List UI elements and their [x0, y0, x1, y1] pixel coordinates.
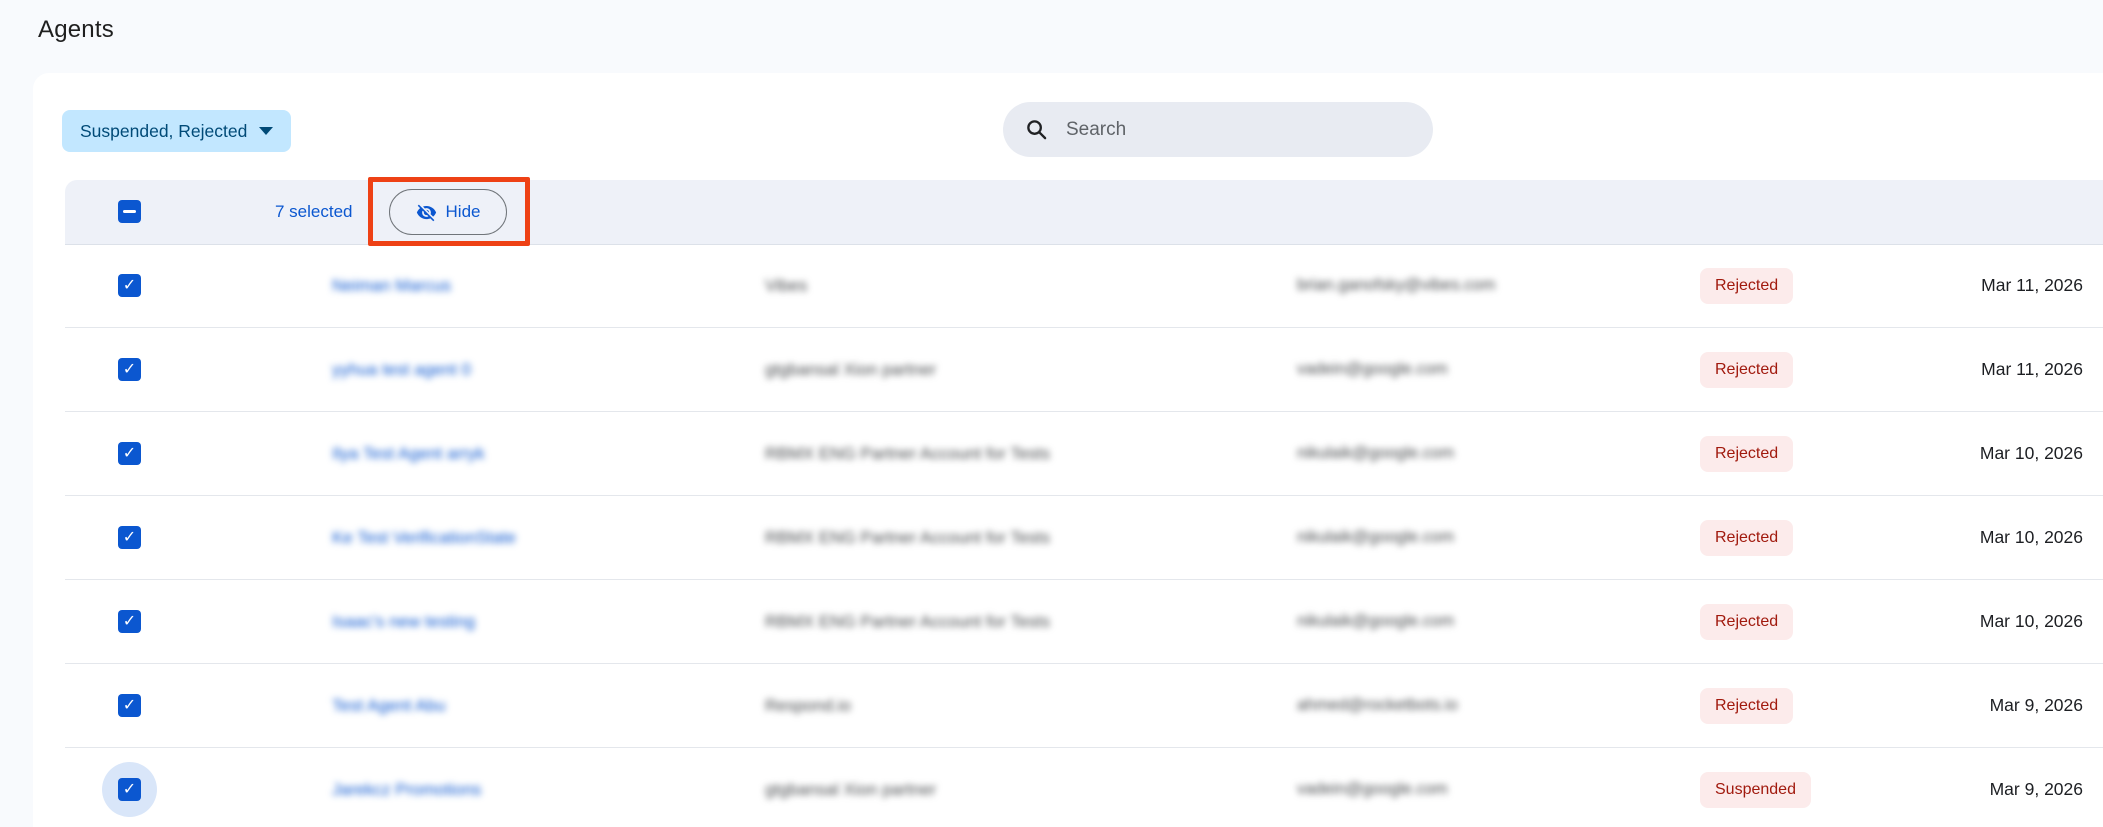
contact-email: vadein@google.com [1297, 780, 1448, 798]
table-row: ✓ Test Agent Abu Respond.io ahmed@rocket… [65, 664, 2103, 748]
partner-name: RBMX ENG Partner Account for Tests [765, 612, 1050, 631]
partner-name: Vibes [765, 276, 807, 295]
date-cell: Mar 11, 2026 [1870, 275, 2103, 296]
status-badge: Rejected [1700, 688, 1793, 724]
status-badge: Rejected [1700, 268, 1793, 304]
agent-name-link[interactable]: Isaac's new testing [332, 612, 475, 631]
selected-count: 7 selected [275, 180, 353, 244]
status-badge: Rejected [1700, 436, 1793, 472]
hide-button[interactable]: Hide [389, 189, 507, 235]
partner-name: RBMX ENG Partner Account for Tests [765, 528, 1050, 547]
date-cell: Mar 11, 2026 [1870, 359, 2103, 380]
date-cell: Mar 10, 2026 [1870, 443, 2103, 464]
table-row: ✓ Ke Test VerificationState RBMX ENG Par… [65, 496, 2103, 580]
partner-name: gtgbansal Xion partner [765, 360, 936, 379]
status-badge: Rejected [1700, 520, 1793, 556]
check-mark-icon: ✓ [123, 446, 136, 462]
indeterminate-mark-icon [123, 210, 136, 213]
search-bar[interactable] [1003, 102, 1433, 157]
content-card: Suspended, Rejected 7 selected Hide [33, 73, 2103, 827]
date-cell: Mar 10, 2026 [1870, 611, 2103, 632]
status-badge: Rejected [1700, 352, 1793, 388]
date-cell: Mar 9, 2026 [1870, 695, 2103, 716]
status-filter-label: Suspended, Rejected [80, 121, 247, 142]
agent-name-link[interactable]: Ilya Test Agent arryk [332, 444, 485, 463]
check-mark-icon: ✓ [123, 362, 136, 378]
date-cell: Mar 9, 2026 [1870, 779, 2103, 800]
table-row: ✓ yyhua test agent 0 gtgbansal Xion part… [65, 328, 2103, 412]
row-checkbox[interactable]: ✓ [118, 610, 141, 633]
partner-name: gtgbansal Xion partner [765, 780, 936, 799]
check-mark-icon: ✓ [123, 278, 136, 294]
agent-name-link[interactable]: Ke Test VerificationState [332, 528, 516, 547]
hide-button-label: Hide [446, 202, 481, 222]
contact-email: nikulaik@google.com [1297, 528, 1454, 546]
status-filter-chip[interactable]: Suspended, Rejected [62, 110, 291, 152]
contact-email: vadein@google.com [1297, 360, 1448, 378]
agents-page: Agents Suspended, Rejected 7 selected Hi… [0, 0, 2103, 827]
selection-bar: 7 selected Hide [65, 180, 2103, 245]
agents-table: ✓ Neiman Marcus Vibes brian.ganofsky@vib… [65, 244, 2103, 827]
page-title: Agents [38, 16, 114, 44]
search-input[interactable] [1064, 118, 1423, 142]
agent-name-link[interactable]: Jarekcz Promotions [332, 780, 481, 799]
caret-down-icon [259, 127, 273, 135]
check-mark-icon: ✓ [123, 698, 136, 714]
contact-email: ahmed@rocketbots.io [1297, 696, 1458, 714]
check-mark-icon: ✓ [123, 530, 136, 546]
agent-name-link[interactable]: Test Agent Abu [332, 696, 445, 715]
agent-name-link[interactable]: Neiman Marcus [332, 276, 451, 295]
table-row: ✓ Isaac's new testing RBMX ENG Partner A… [65, 580, 2103, 664]
check-mark-icon: ✓ [123, 614, 136, 630]
row-checkbox[interactable]: ✓ [118, 274, 141, 297]
row-checkbox[interactable]: ✓ [118, 526, 141, 549]
partner-name: Respond.io [765, 696, 851, 715]
table-row: ✓ Neiman Marcus Vibes brian.ganofsky@vib… [65, 244, 2103, 328]
status-badge: Suspended [1700, 772, 1811, 808]
row-checkbox[interactable]: ✓ [118, 694, 141, 717]
table-row: ✓ Ilya Test Agent arryk RBMX ENG Partner… [65, 412, 2103, 496]
partner-name: RBMX ENG Partner Account for Tests [765, 444, 1050, 463]
row-checkbox[interactable]: ✓ [118, 442, 141, 465]
agent-name-link[interactable]: yyhua test agent 0 [332, 360, 471, 379]
contact-email: nikulaik@google.com [1297, 612, 1454, 630]
row-checkbox[interactable]: ✓ [118, 358, 141, 381]
search-icon [1025, 118, 1048, 141]
status-badge: Rejected [1700, 604, 1793, 640]
check-mark-icon: ✓ [123, 782, 136, 798]
select-all-checkbox[interactable] [118, 200, 141, 223]
eye-off-icon [416, 202, 437, 223]
contact-email: brian.ganofsky@vibes.com [1297, 276, 1495, 294]
table-row: ✓ Jarekcz Promotions gtgbansal Xion part… [65, 748, 2103, 827]
row-checkbox[interactable]: ✓ [118, 778, 141, 801]
contact-email: nikulaik@google.com [1297, 444, 1454, 462]
date-cell: Mar 10, 2026 [1870, 527, 2103, 548]
